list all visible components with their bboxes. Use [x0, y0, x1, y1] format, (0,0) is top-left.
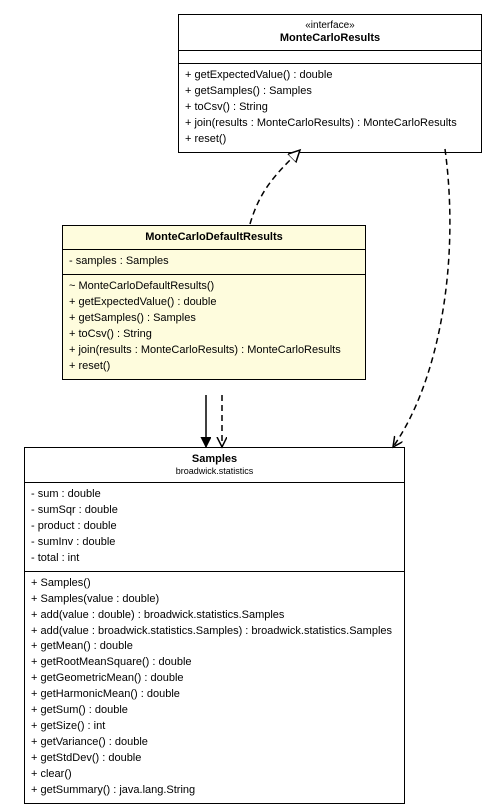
- attributes-section-empty: [179, 51, 481, 64]
- operation: + getVariance() : double: [31, 735, 398, 751]
- operation: + getMean() : double: [31, 639, 398, 655]
- class-name: MonteCarloResults: [280, 32, 380, 44]
- operation: + join(results : MonteCarloResults) : Mo…: [69, 343, 359, 359]
- class-name: MonteCarloDefaultResults: [145, 231, 283, 243]
- operation: + join(results : MonteCarloResults) : Mo…: [185, 116, 475, 132]
- class-interface-montecarloresults: «interface» MonteCarloResults + getExpec…: [178, 14, 482, 153]
- operation: + toCsv() : String: [185, 100, 475, 116]
- operation: + getExpectedValue() : double: [69, 295, 359, 311]
- operation: + add(value : double) : broadwick.statis…: [31, 608, 398, 624]
- class-name: Samples: [192, 453, 237, 465]
- class-samples: Samples broadwick.statistics - sum : dou…: [24, 447, 405, 804]
- operation: + getSamples() : Samples: [185, 84, 475, 100]
- attributes-section: - samples : Samples: [63, 250, 365, 275]
- attribute: - sumSqr : double: [31, 503, 398, 519]
- operations-section: + Samples() + Samples(value : double) + …: [25, 572, 404, 803]
- class-title: Samples broadwick.statistics: [25, 448, 404, 483]
- attribute: - samples : Samples: [69, 254, 359, 270]
- class-montecarlodefaultresults: MonteCarloDefaultResults - samples : Sam…: [62, 225, 366, 380]
- operation: + getSum() : double: [31, 703, 398, 719]
- package-label: broadwick.statistics: [31, 466, 398, 476]
- operation: + clear(): [31, 767, 398, 783]
- operation: + getSize() : int: [31, 719, 398, 735]
- operation: + Samples(): [31, 576, 398, 592]
- operation: + getExpectedValue() : double: [185, 68, 475, 84]
- dependency-interface-to-samples: [393, 149, 450, 447]
- operation: + toCsv() : String: [69, 327, 359, 343]
- operation: + getStdDev() : double: [31, 751, 398, 767]
- attribute: - product : double: [31, 519, 398, 535]
- operation: ~ MonteCarloDefaultResults(): [69, 279, 359, 295]
- operation: + Samples(value : double): [31, 592, 398, 608]
- attributes-section: - sum : double - sumSqr : double - produ…: [25, 483, 404, 572]
- attribute: - total : int: [31, 551, 398, 567]
- operation: + getSamples() : Samples: [69, 311, 359, 327]
- operation: + reset(): [69, 359, 359, 375]
- operations-section: + getExpectedValue() : double + getSampl…: [179, 64, 481, 152]
- operation: + getGeometricMean() : double: [31, 671, 398, 687]
- operation: + getRootMeanSquare() : double: [31, 655, 398, 671]
- attribute: - sumInv : double: [31, 535, 398, 551]
- class-title: «interface» MonteCarloResults: [179, 15, 481, 51]
- operations-section: ~ MonteCarloDefaultResults() + getExpect…: [63, 275, 365, 379]
- operation: + getSummary() : java.lang.String: [31, 783, 398, 799]
- operation: + reset(): [185, 132, 475, 148]
- operation: + add(value : broadwick.statistics.Sampl…: [31, 624, 398, 640]
- realization-defaults-to-interface: [250, 150, 300, 224]
- stereotype-label: «interface»: [185, 20, 475, 31]
- operation: + getHarmonicMean() : double: [31, 687, 398, 703]
- attribute: - sum : double: [31, 487, 398, 503]
- class-title: MonteCarloDefaultResults: [63, 226, 365, 250]
